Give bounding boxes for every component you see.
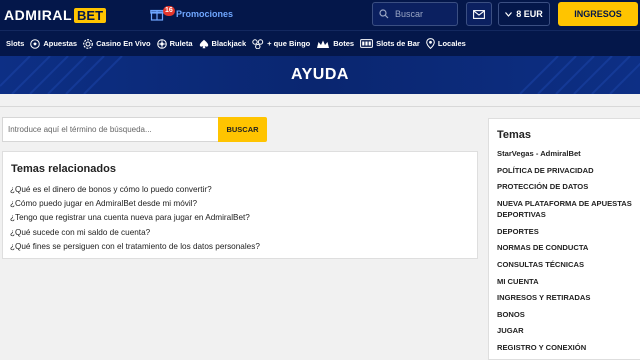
nav-item-label: Botes: [333, 39, 355, 48]
related-topic-link[interactable]: ¿Qué es el dinero de bonos y cómo lo pue…: [10, 183, 260, 197]
topic-link[interactable]: POLÍTICA DE PRIVACIDAD: [497, 165, 637, 176]
topic-link[interactable]: MI CUENTA: [497, 276, 637, 287]
page-title: AYUDA: [291, 66, 349, 83]
search-button[interactable]: BUSCAR: [218, 117, 267, 142]
nav-item-label: Slots de Bar: [376, 39, 420, 48]
main-nav: Slots Apuestas Casino En Vivo Ruleta Bla…: [0, 30, 640, 56]
topic-link[interactable]: INGRESOS Y RETIRADAS: [497, 292, 637, 303]
bingo-icon: [252, 38, 264, 49]
topic-link[interactable]: PROTECCIÓN DE DATOS: [497, 181, 637, 192]
nav-item-label: Locales: [437, 39, 466, 48]
slot-machine-icon: [360, 39, 373, 48]
nav-item-label: Slots: [6, 39, 25, 48]
logo-text: ADMIRAL: [4, 7, 73, 23]
balance-dropdown[interactable]: 8 EUR: [498, 2, 550, 26]
logo-accent: BET: [74, 7, 107, 23]
topics-title: Temas: [497, 129, 532, 141]
related-topic-link[interactable]: ¿Cómo puedo jugar en AdmiralBet desde mi…: [10, 197, 260, 211]
nav-item-locales[interactable]: Locales: [426, 38, 466, 49]
nav-item-slots[interactable]: Slots: [6, 39, 24, 48]
roulette-icon: [156, 38, 167, 49]
help-hero-banner: AYUDA: [0, 56, 640, 94]
balance-amount: 8 EUR: [516, 9, 543, 19]
nav-item-label: Casino En Vivo: [96, 39, 151, 48]
nav-item-casino-en-vivo[interactable]: Casino En Vivo: [83, 38, 151, 49]
jackpot-icon: [317, 40, 330, 48]
chevron-down-icon: [505, 11, 513, 17]
topic-link[interactable]: NUEVA PLATAFORMA DE APUESTAS DEPORTIVAS: [497, 198, 637, 220]
nav-item-label: Blackjack: [211, 39, 247, 48]
location-pin-icon: [426, 38, 435, 49]
admiralbet-logo[interactable]: ADMIRAL BET: [4, 7, 107, 23]
topic-link[interactable]: REGISTRO Y CONEXIÓN: [497, 342, 637, 353]
soccer-ball-icon: [30, 38, 41, 49]
nav-item-botes[interactable]: Botes: [316, 39, 354, 49]
topic-link[interactable]: CONSULTAS TÉCNICAS: [497, 259, 637, 270]
related-topic-link[interactable]: ¿Qué fines se persiguen con el tratamien…: [10, 240, 260, 254]
header-search-placeholder: Buscar: [395, 9, 424, 19]
help-search-input[interactable]: Introduce aquí el término de búsqueda...: [2, 117, 218, 142]
promotions-label: Promociones: [176, 9, 234, 19]
nav-item-blackjack[interactable]: Blackjack: [199, 39, 247, 49]
nav-item-ruleta[interactable]: Ruleta: [156, 38, 193, 49]
related-topics-title: Temas relacionados: [11, 163, 116, 175]
nav-item-label: Ruleta: [169, 39, 193, 48]
topic-link[interactable]: BONOS: [497, 309, 637, 320]
topic-link[interactable]: StarVegas - AdmiralBet: [497, 148, 637, 159]
nav-item-label: Apuestas: [43, 39, 78, 48]
gift-icon: [150, 7, 164, 21]
spade-icon: [199, 39, 208, 48]
topic-link[interactable]: DEPORTES: [497, 226, 637, 237]
topic-link[interactable]: JUGAR: [497, 325, 637, 336]
mail-icon: [473, 9, 485, 19]
related-topics-list: ¿Qué es el dinero de bonos y cómo lo pue…: [10, 183, 260, 254]
nav-item-slots-de-bar[interactable]: Slots de Bar: [360, 39, 420, 48]
topics-sidebar: Temas StarVegas - AdmiralBet POLÍTICA DE…: [488, 118, 640, 360]
nav-item-label: + que Bingo: [267, 39, 311, 48]
search-icon: [379, 9, 389, 19]
related-topic-link[interactable]: ¿Qué sucede con mi saldo de cuenta?: [10, 226, 260, 240]
messages-button[interactable]: [466, 2, 492, 26]
related-topics-panel: Temas relacionados ¿Qué es el dinero de …: [2, 151, 478, 259]
deposit-button[interactable]: INGRESOS: [558, 2, 638, 26]
related-topic-link[interactable]: ¿Tengo que registrar una cuenta nueva pa…: [10, 211, 260, 225]
header-search-input[interactable]: Buscar: [372, 2, 458, 26]
topic-link[interactable]: NORMAS DE CONDUCTA: [497, 242, 637, 253]
nav-item-mas-que-bingo[interactable]: + que Bingo: [252, 38, 311, 49]
nav-item-apuestas[interactable]: Apuestas: [30, 38, 78, 49]
section-divider: [0, 106, 640, 107]
promotions-count-badge: 16: [163, 6, 175, 16]
chip-icon: [83, 38, 94, 49]
top-header: ADMIRAL BET Promociones 16 Buscar 8 EUR …: [0, 0, 640, 30]
